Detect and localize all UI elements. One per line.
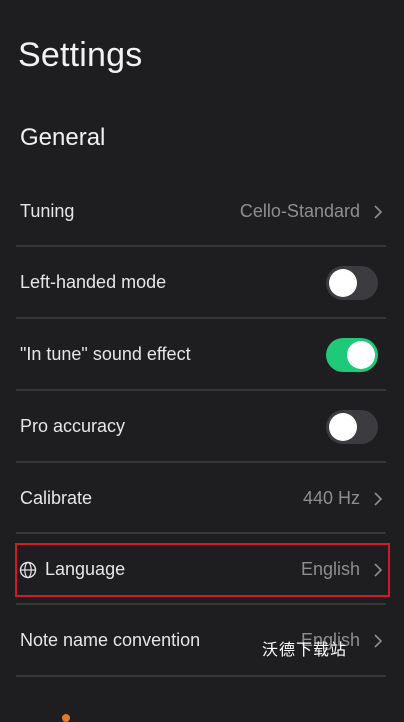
tuning-value: Cello-Standard <box>239 201 360 221</box>
pro-accuracy-toggle[interactable] <box>326 409 378 444</box>
pro-accuracy-label: Pro accuracy <box>20 416 126 436</box>
language-value: English <box>300 559 360 579</box>
note-name-label: Note name convention <box>20 630 201 650</box>
left-handed-toggle[interactable] <box>326 265 378 300</box>
divider <box>16 675 386 677</box>
chevron-right-icon <box>374 204 383 219</box>
in-tune-sound-label: "In tune" sound effect <box>20 344 191 364</box>
calibrate-label: Calibrate <box>20 488 93 508</box>
toggle-knob <box>329 412 357 441</box>
tuning-row[interactable]: Tuning Cello-Standard <box>0 176 404 247</box>
bottom-indicator <box>62 714 70 722</box>
toggle-knob <box>329 268 357 297</box>
globe-icon <box>19 561 37 578</box>
chevron-right-icon <box>374 491 383 506</box>
language-row[interactable]: Language English <box>0 534 404 605</box>
tuning-label: Tuning <box>20 201 75 221</box>
page-title: Settings <box>18 36 143 74</box>
toggle-knob <box>347 340 375 369</box>
chevron-right-icon <box>374 562 383 577</box>
in-tune-sound-row: "In tune" sound effect <box>0 319 404 390</box>
watermark: 沃德下载站 <box>262 640 348 659</box>
left-handed-row: Left-handed mode <box>0 247 404 318</box>
language-label: Language <box>45 559 126 579</box>
chevron-right-icon <box>374 633 383 648</box>
calibrate-row[interactable]: Calibrate 440 Hz <box>0 463 404 534</box>
left-handed-label: Left-handed mode <box>20 272 167 292</box>
calibrate-value: 440 Hz <box>302 488 360 508</box>
pro-accuracy-row: Pro accuracy <box>0 391 404 462</box>
in-tune-sound-toggle[interactable] <box>326 337 378 372</box>
section-title-general: General <box>20 124 106 151</box>
